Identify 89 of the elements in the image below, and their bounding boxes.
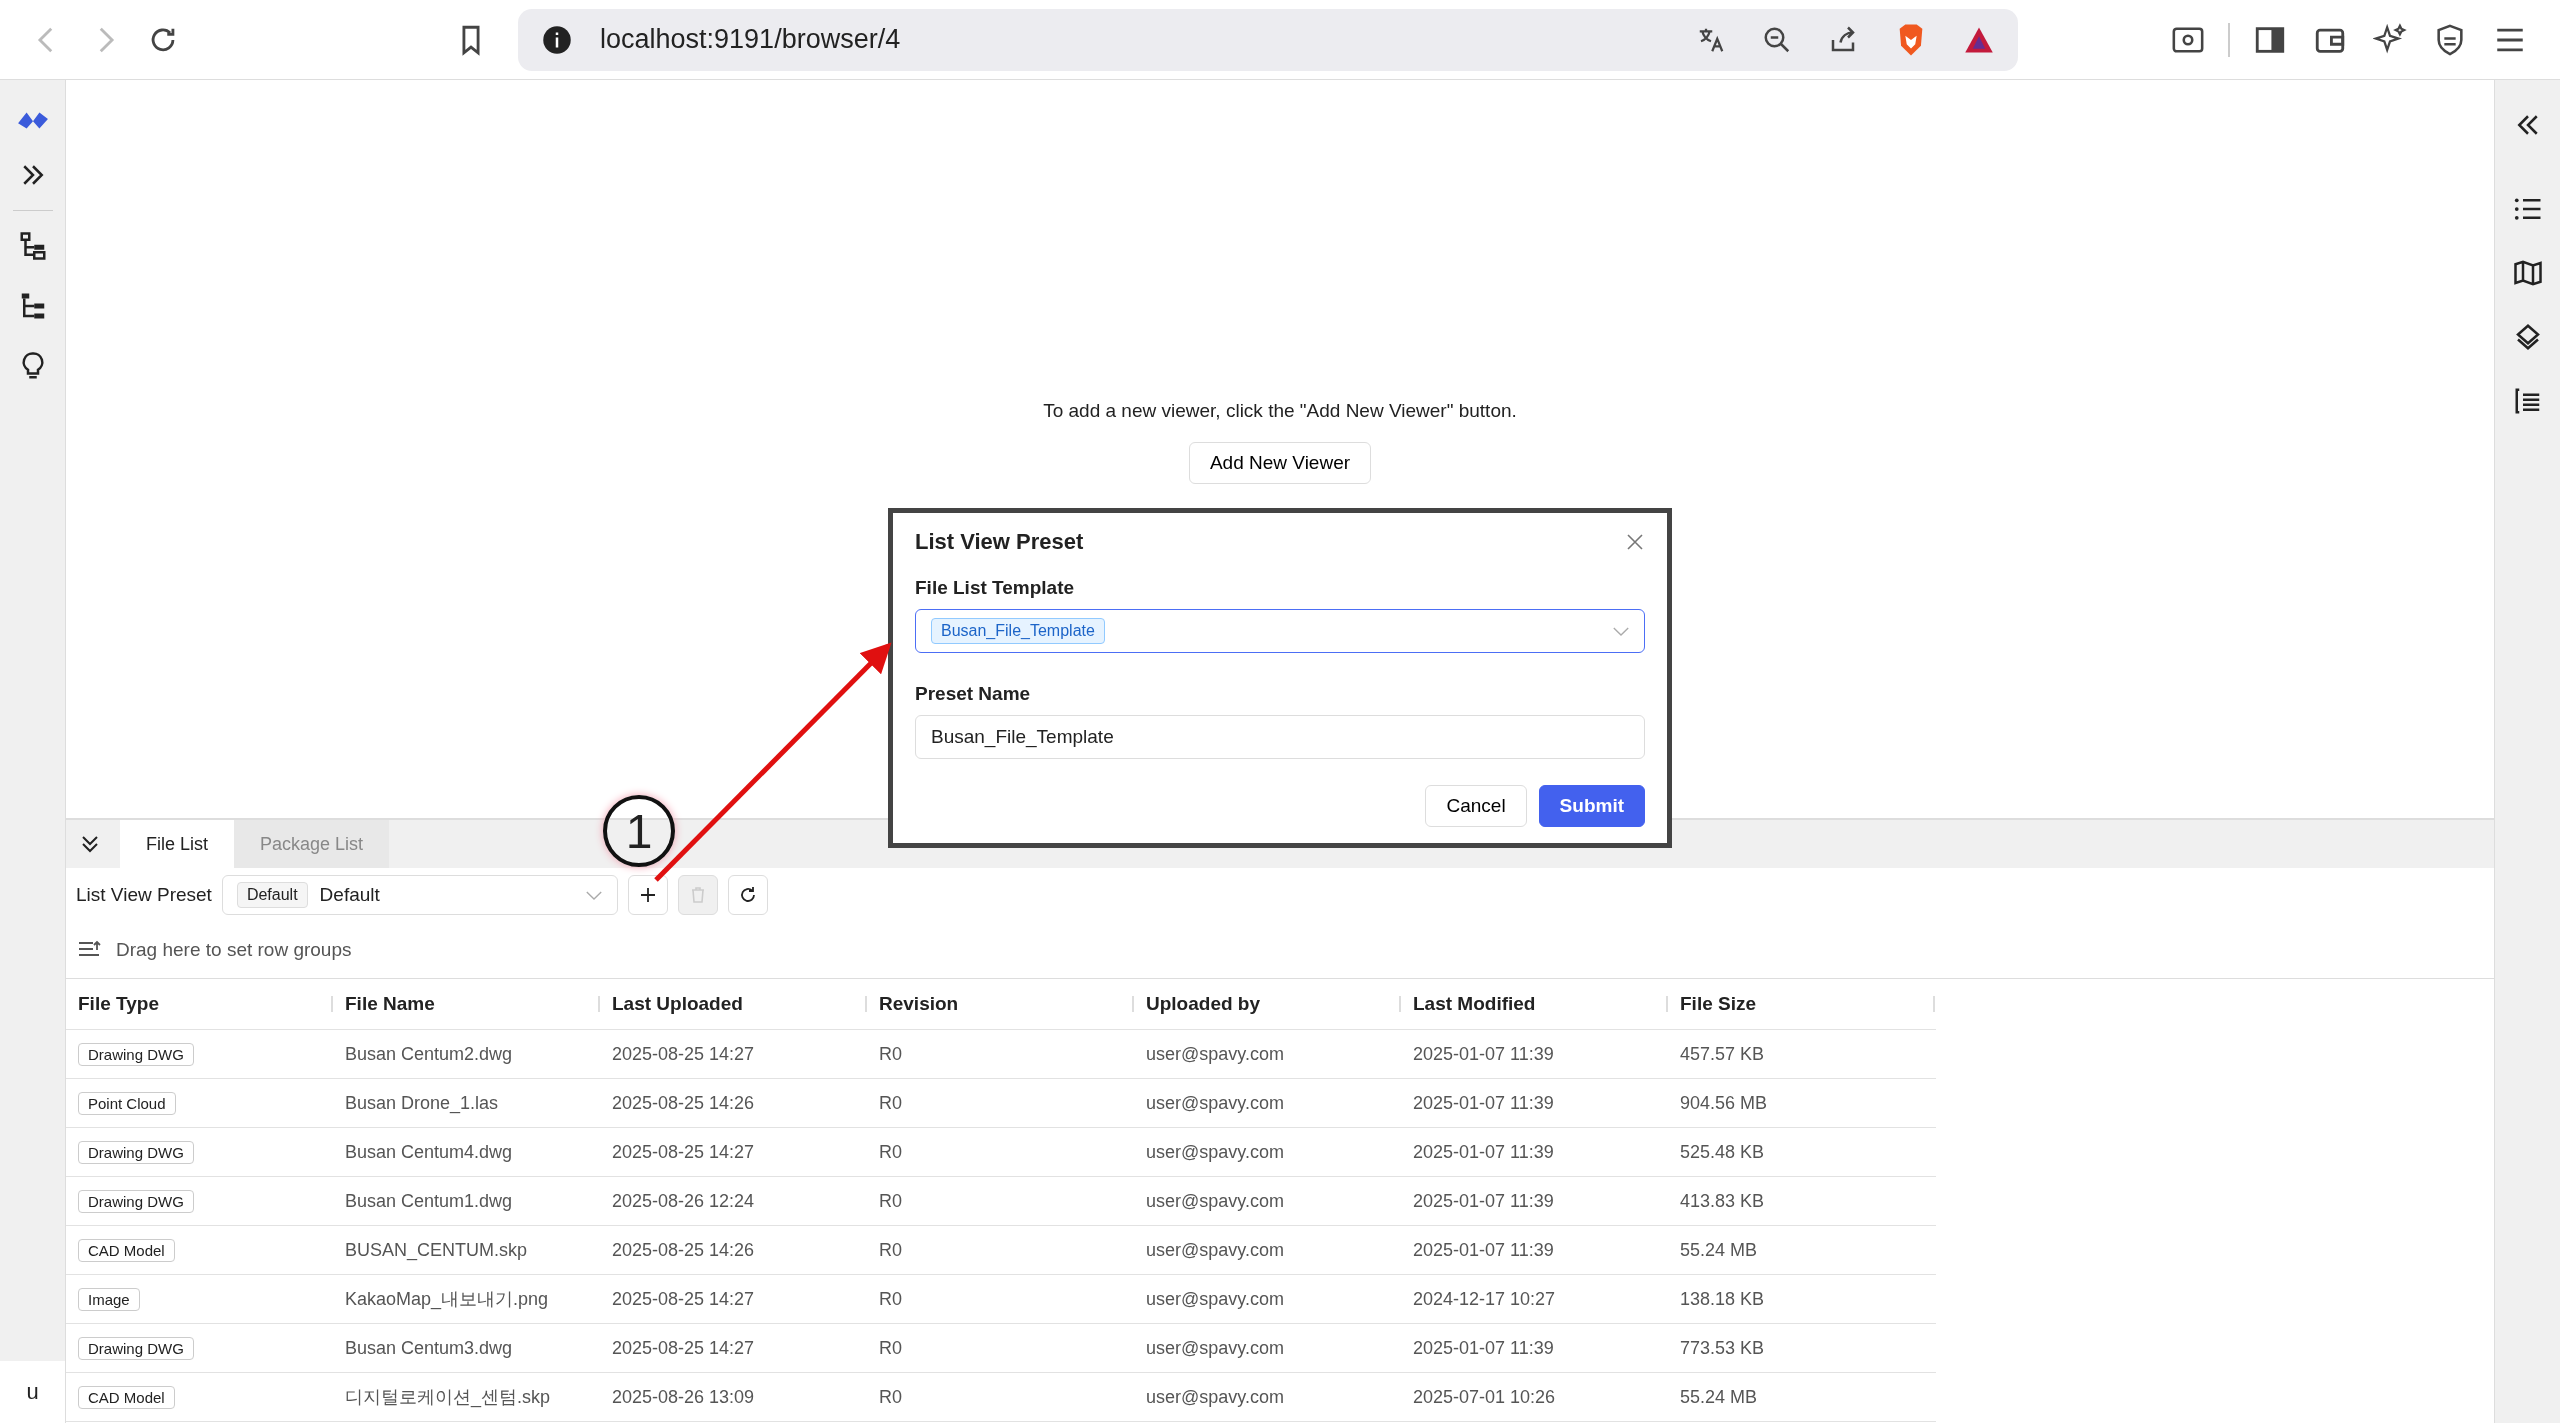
template-tag: Busan_File_Template [931,618,1105,644]
table-cell: 디지털로케이션_센텀.skp [345,1387,551,1407]
table-cell: 2025-08-25 14:27 [612,1043,755,1064]
file-type-tag: CAD Model [78,1385,175,1409]
close-icon[interactable] [1625,532,1645,552]
table-cell: user@spavy.com [1146,1337,1284,1358]
column-header[interactable]: File Name [345,993,435,1015]
row-group-hint: Drag here to set row groups [116,939,352,961]
submit-button[interactable]: Submit [1538,785,1645,827]
table-cell: 2025-07-01 10:26 [1413,1386,1556,1407]
table-cell: 2025-01-07 11:39 [1413,1043,1554,1064]
table-cell: 138.18 KB [1680,1288,1765,1309]
table-cell: 2025-01-07 11:39 [1413,1141,1554,1162]
table-cell: R0 [879,1043,902,1064]
file-type-tag: Drawing DWG [78,1336,194,1360]
file-type-tag: Drawing DWG [78,1189,194,1213]
table-cell: 55.24 MB [1680,1386,1758,1407]
table-cell: R0 [879,1386,902,1407]
preset-tag: Default [236,882,308,908]
field-label: Preset Name [915,683,1032,705]
table-cell: R0 [879,1337,902,1358]
table-cell: R0 [879,1141,902,1162]
preset-value: Default [319,884,381,906]
add-new-viewer-button[interactable]: Add New Viewer [1188,442,1372,484]
table-cell: user@spavy.com [1146,1141,1284,1162]
table-cell: 2025-08-25 14:27 [612,1337,755,1358]
user-initial: u [26,1379,39,1405]
file-type-tag: Point Cloud [78,1091,176,1115]
refresh-button[interactable] [727,875,768,915]
table-cell: 2025-01-07 11:39 [1413,1190,1554,1211]
table-cell: Busan Centum4.dwg [345,1141,513,1162]
table-cell: 2025-08-26 12:24 [612,1190,755,1211]
table-cell: 2024-12-17 10:27 [1413,1288,1556,1309]
table-cell: Busan Drone_1.las [345,1092,499,1113]
preset-dropdown[interactable]: Default Default [221,875,618,915]
table-cell: 457.57 KB [1680,1043,1765,1064]
table-cell: user@spavy.com [1146,1092,1284,1113]
dialog-title: List View Preset [915,529,1084,555]
table-cell: R0 [879,1190,902,1211]
table-cell: R0 [879,1092,902,1113]
caret-icon [584,889,603,901]
table-cell: 413.83 KB [1680,1190,1765,1211]
table-cell: R0 [879,1288,902,1309]
table-cell: user@spavy.com [1146,1288,1284,1309]
table-cell: R0 [879,1239,902,1260]
tab[interactable]: File List [120,820,234,868]
column-header[interactable]: File Type [78,993,159,1015]
annotation-number: 1 [603,795,675,867]
table-cell: 2025-01-07 11:39 [1413,1337,1554,1358]
table-cell: 525.48 KB [1680,1141,1765,1162]
table-cell: user@spavy.com [1146,1190,1284,1211]
table-cell: user@spavy.com [1146,1043,1284,1064]
empty-viewer-message: To add a new viewer, click the "Add New Viewer" button. [1043,400,1517,422]
table-cell: Busan Centum2.dwg [345,1043,513,1064]
table-cell: KakaoMap_내보내기.png [345,1289,549,1309]
caret-icon [1612,625,1630,637]
field-label: File List Template [915,577,1076,599]
table-cell: 2025-08-26 13:09 [612,1386,755,1407]
table-cell: 2025-01-07 11:39 [1413,1239,1554,1260]
file-type-tag: Drawing DWG [78,1140,194,1164]
table-cell: BUSAN_CENTUM.skp [345,1239,528,1260]
table-cell: 2025-01-07 11:39 [1413,1092,1554,1113]
column-header[interactable]: Uploaded by [1146,993,1260,1015]
table-cell: 2025-08-25 14:27 [612,1141,755,1162]
cancel-button[interactable]: Cancel [1425,785,1527,827]
address-bar[interactable]: localhost:9191/browser/4 [518,8,2018,71]
table-cell: 2025-08-25 14:27 [612,1288,755,1309]
map-icon[interactable] [2512,258,2543,288]
table-cell: 773.53 KB [1680,1337,1765,1358]
table-cell: user@spavy.com [1146,1239,1284,1260]
preset-label: List View Preset [76,884,212,906]
preset-name-field[interactable]: Busan_File_Template [915,715,1645,759]
table-cell: 2025-08-25 14:26 [612,1092,755,1113]
add-button[interactable] [627,875,668,915]
table-cell: Busan Centum3.dwg [345,1337,513,1358]
table-cell: 904.56 MB [1680,1092,1768,1113]
column-header[interactable]: Last Modified [1413,993,1536,1015]
table-cell: 2025-08-25 14:26 [612,1239,755,1260]
column-header[interactable]: File Size [1680,993,1757,1015]
column-header[interactable]: Revision [879,993,959,1015]
template-select[interactable]: Busan_File_Template [915,609,1645,653]
file-type-tag: Drawing DWG [78,1042,194,1066]
column-header[interactable]: Last Uploaded [612,993,743,1015]
table-cell: Busan Centum1.dwg [345,1190,513,1211]
file-type-tag: CAD Model [78,1238,175,1262]
table-cell: user@spavy.com [1146,1386,1284,1407]
file-type-tag: Image [78,1287,140,1311]
table-cell: 55.24 MB [1680,1239,1758,1260]
info-icon[interactable] [542,24,572,55]
